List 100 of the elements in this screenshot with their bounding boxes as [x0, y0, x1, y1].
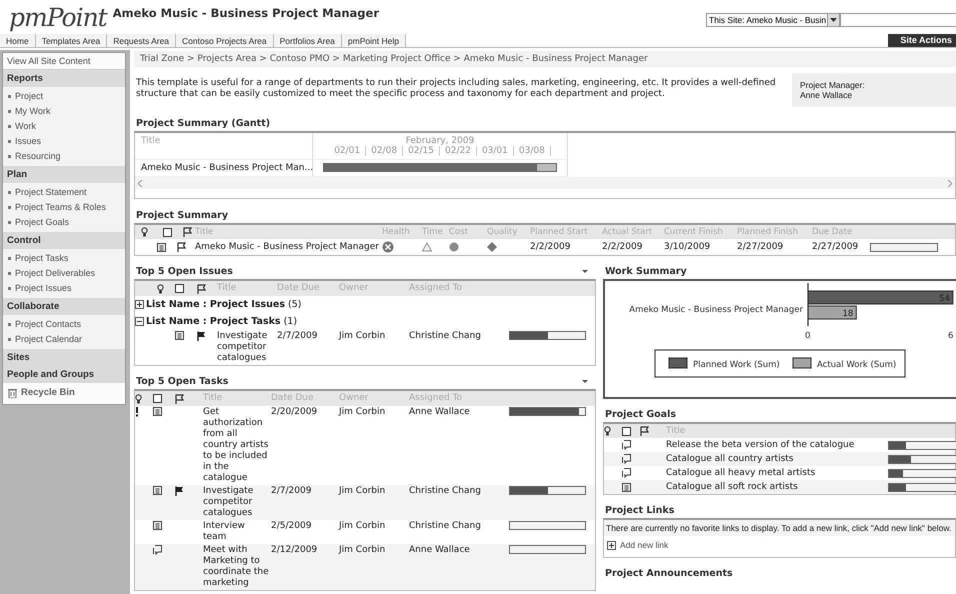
add-icon[interactable]: [607, 540, 616, 550]
nav-tab[interactable]: Portfolios Area: [274, 34, 342, 47]
nav-tab[interactable]: pmPoint Help: [342, 34, 406, 47]
section-heading: Work Summary: [605, 266, 687, 277]
task-title[interactable]: Meet with Marketing to coordinate the marketing: [203, 545, 271, 589]
nav-link[interactable]: Issues: [3, 134, 125, 149]
site-actions-button[interactable]: Site Actions: [888, 34, 956, 47]
nav-link[interactable]: Project Issues: [3, 281, 125, 296]
scroll-right-icon[interactable]: [947, 180, 952, 186]
nav-tab[interactable]: Home: [0, 34, 36, 47]
task-title[interactable]: Ameko Music - Business Project Manager: [195, 242, 379, 252]
legend-label: Actual Work (Sum): [817, 360, 896, 370]
goal-title[interactable]: Catalogue all soft rock artists: [666, 482, 798, 492]
group-label[interactable]: List Name : Project Issues (5): [146, 299, 302, 310]
week-label: 02/15: [403, 146, 440, 156]
week-label: 02/01: [329, 146, 366, 156]
task-title[interactable]: Get authorization from all country artists to be included in the catalogue: [203, 407, 271, 484]
section-heading: Top 5 Open Tasks: [136, 376, 228, 387]
week-label: 02/22: [440, 146, 477, 156]
task-title[interactable]: Interview team: [203, 521, 271, 543]
empty-message: There are currently no favorite links to display. To add a new link, click "Add new link" below.: [604, 520, 955, 536]
nav-tab[interactable]: Templates Area: [36, 34, 108, 47]
horizontal-scrollbar[interactable]: [135, 177, 955, 189]
column-header: Planned Finish: [737, 227, 798, 237]
nav-tab[interactable]: Requests Area: [107, 34, 176, 47]
date-cell: 2/27/2009: [812, 242, 858, 252]
search-scope-dropdown[interactable]: This Site: Ameko Music - Busin: [706, 13, 840, 27]
nav-heading[interactable]: Reports: [3, 70, 125, 87]
bracket-icon: [622, 440, 631, 450]
assignee-name: Anne Wallace: [409, 545, 470, 556]
tick-label: 6: [948, 331, 954, 341]
task-title[interactable]: Ameko Music - Business Project Man...: [141, 163, 314, 173]
caret-icon[interactable]: [582, 270, 588, 273]
nav-heading[interactable]: Control: [3, 232, 125, 249]
column-header: Title: [203, 393, 222, 404]
owner-name: Jim Corbin: [339, 486, 386, 497]
week-label: 02/08: [366, 146, 404, 156]
week-label: 03/08: [514, 146, 551, 156]
owner-name: Jim Corbin: [339, 521, 386, 532]
collapse-icon[interactable]: [135, 317, 144, 326]
nav-heading[interactable]: Plan: [3, 166, 125, 183]
view-all-link[interactable]: View All Site Content: [3, 53, 125, 70]
date-cell: 3/10/2009: [664, 242, 710, 252]
nav-link[interactable]: Project Contacts: [3, 317, 125, 332]
bracket-icon: [622, 454, 631, 464]
column-header: Quality: [487, 227, 518, 237]
nav-link[interactable]: Project Teams & Roles: [3, 200, 125, 215]
site-title: Ameko Music - Business Project Manager: [112, 6, 379, 20]
date-cell: 2/12/2009: [271, 545, 318, 556]
goal-title[interactable]: Catalogue all country artists: [666, 454, 794, 464]
nav-link[interactable]: Resourcing: [3, 149, 125, 164]
nav-link[interactable]: Project: [3, 89, 125, 104]
bulb-icon: [135, 394, 142, 404]
column-header: Assigned To: [409, 393, 462, 404]
column-header: Title: [217, 283, 236, 294]
add-link[interactable]: Add new link: [620, 540, 668, 550]
nav-link[interactable]: Project Goals: [3, 215, 125, 230]
breadcrumb[interactable]: Trial Zone > Projects Area > Contoso PMO > Marketing Project Office > Ameko Music - Business Project Manager: [134, 51, 956, 67]
manager-name: Anne Wallace: [800, 90, 854, 100]
expand-icon[interactable]: [135, 300, 144, 309]
nav-link[interactable]: Project Tasks: [3, 251, 125, 266]
nav-link[interactable]: My Work: [3, 104, 125, 119]
column-header: Owner: [339, 283, 368, 294]
nav-link[interactable]: Project Calendar: [3, 332, 125, 347]
nav-link[interactable]: Project Statement: [3, 185, 125, 200]
section-heading: Project Goals: [605, 409, 676, 420]
task-title[interactable]: Investigate competitor catalogues: [203, 486, 271, 519]
nav-heading[interactable]: People and Groups: [3, 366, 125, 383]
goal-title[interactable]: Release the beta version of the catalogue: [666, 440, 854, 450]
task-title[interactable]: Investigate competitor catalogues: [217, 331, 277, 364]
nav-link[interactable]: Project Deliverables: [3, 266, 125, 281]
assignee-name: Christine Chang: [409, 486, 481, 497]
section-heading: Project Summary: [136, 210, 230, 221]
list-icon: [157, 242, 166, 252]
column-header: Title: [195, 227, 214, 237]
column-header: Due Date: [812, 227, 852, 237]
flag-icon: [197, 284, 206, 294]
owner-name: Jim Corbin: [339, 407, 386, 418]
checkbox-icon: [175, 284, 184, 293]
nav-link[interactable]: Work: [3, 119, 125, 134]
nav-tab[interactable]: Contoso Projects Area: [176, 34, 274, 47]
trash-icon[interactable]: [8, 388, 17, 398]
category-label: Ameko Music - Business Project Manager: [629, 305, 803, 315]
column-header: Current Finish: [664, 227, 723, 237]
nav-heading[interactable]: Collaborate: [3, 298, 125, 315]
section-heading: Project Links: [605, 505, 674, 516]
column-header: Health: [382, 227, 410, 237]
column-header: Actual Start: [602, 227, 652, 237]
search-field[interactable]: [840, 13, 956, 27]
caret-icon[interactable]: [582, 380, 588, 383]
owner-name: Jim Corbin: [339, 331, 386, 342]
scroll-left-icon[interactable]: [138, 180, 143, 186]
group-label[interactable]: List Name : Project Tasks (1): [146, 316, 298, 327]
column-header: Date Due: [277, 283, 320, 294]
bracket-icon: [153, 545, 162, 555]
column-header: Title: [141, 136, 160, 146]
flag-icon: [183, 227, 192, 237]
nav-heading[interactable]: Sites: [3, 349, 125, 366]
bulb-icon: [141, 227, 148, 237]
goal-title[interactable]: Catalogue all heavy metal artists: [666, 468, 816, 478]
